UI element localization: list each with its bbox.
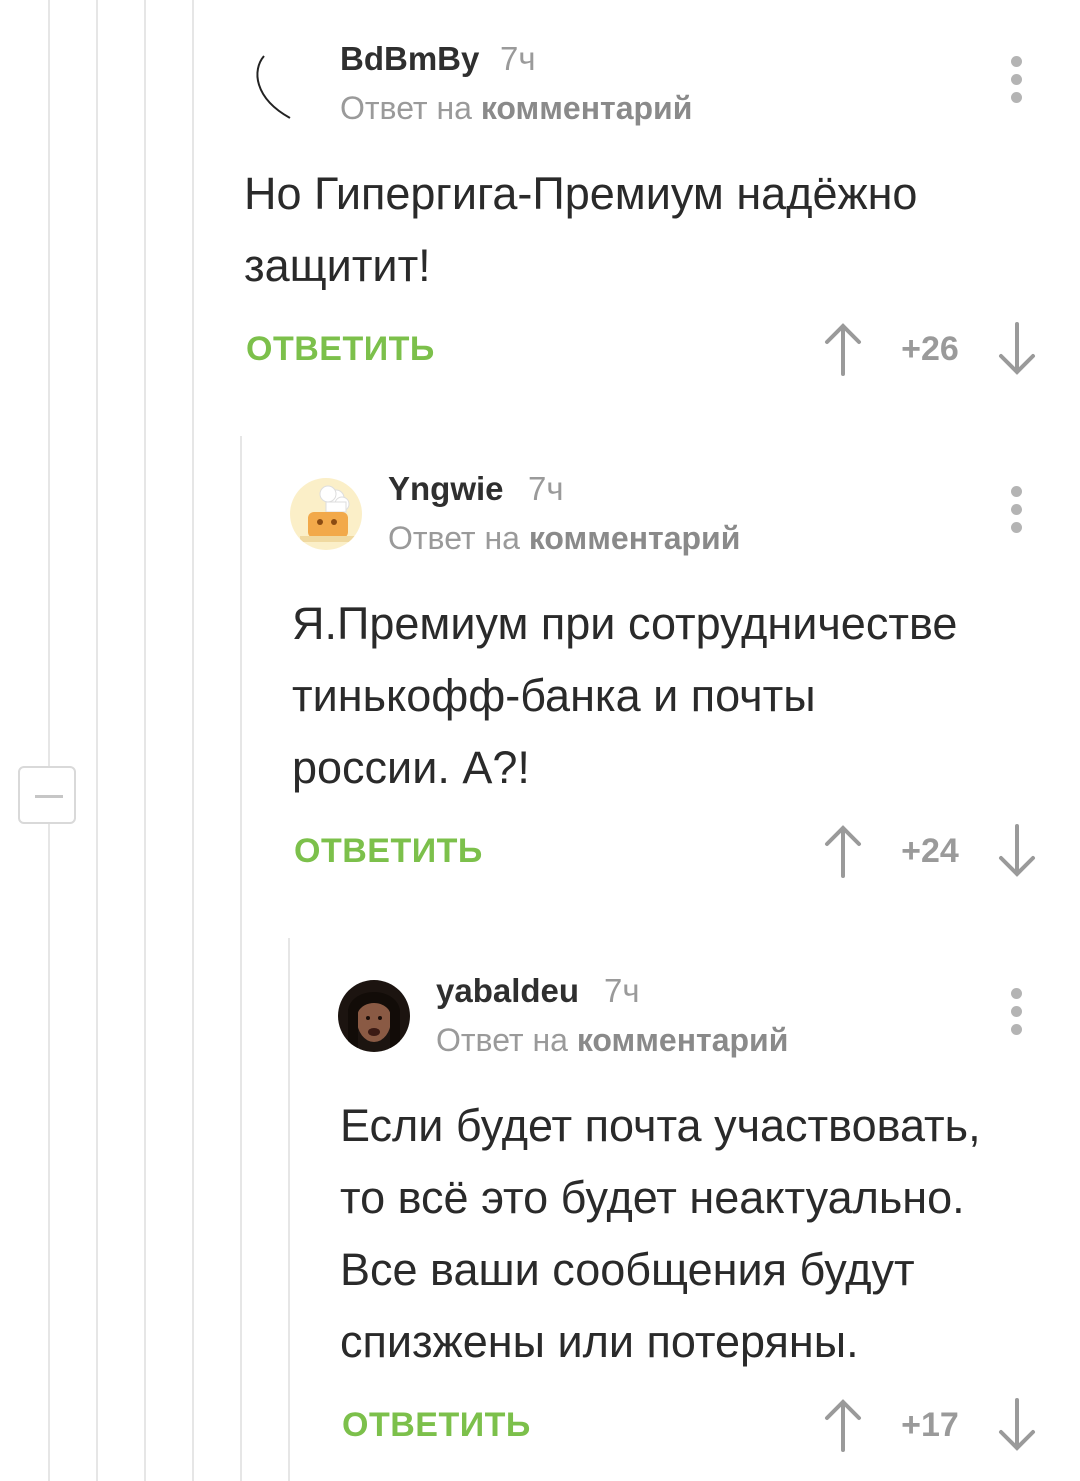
avatar-face-icon xyxy=(348,992,400,1052)
comment-text-line: то всё это будет неактуально. xyxy=(340,1172,965,1223)
kebab-menu-icon xyxy=(1011,1006,1022,1017)
comment-score: +17 xyxy=(901,1406,959,1444)
reply-to-prefix: Ответ на xyxy=(436,1022,568,1058)
reply-to-link[interactable]: комментарий xyxy=(577,1022,789,1058)
comment-username[interactable]: yabaldeu xyxy=(436,972,579,1010)
downvote-button[interactable] xyxy=(997,1396,1037,1452)
comment-text: Если будет почта участвовать, то всё это… xyxy=(340,1090,1060,1378)
comment-time: 7ч xyxy=(604,972,640,1009)
comment-text-line: спизжены или потеряны. xyxy=(340,1316,859,1367)
avatar[interactable] xyxy=(338,980,410,1052)
comment-menu-button[interactable] xyxy=(1007,988,1027,1040)
comment-text-line: Если будет почта участвовать, xyxy=(340,1100,981,1151)
comment-text-line: Все ваши сообщения будут xyxy=(340,1244,915,1295)
kebab-menu-icon xyxy=(1011,1024,1022,1035)
comment: yabaldeu 7ч Ответ на комментарий Если бу… xyxy=(0,0,1080,1481)
reply-button[interactable]: ОТВЕТИТЬ xyxy=(342,1406,531,1445)
kebab-menu-icon xyxy=(1011,988,1022,999)
upvote-button[interactable] xyxy=(823,1398,863,1454)
reply-to-line: Ответ на комментарий xyxy=(436,1022,788,1059)
